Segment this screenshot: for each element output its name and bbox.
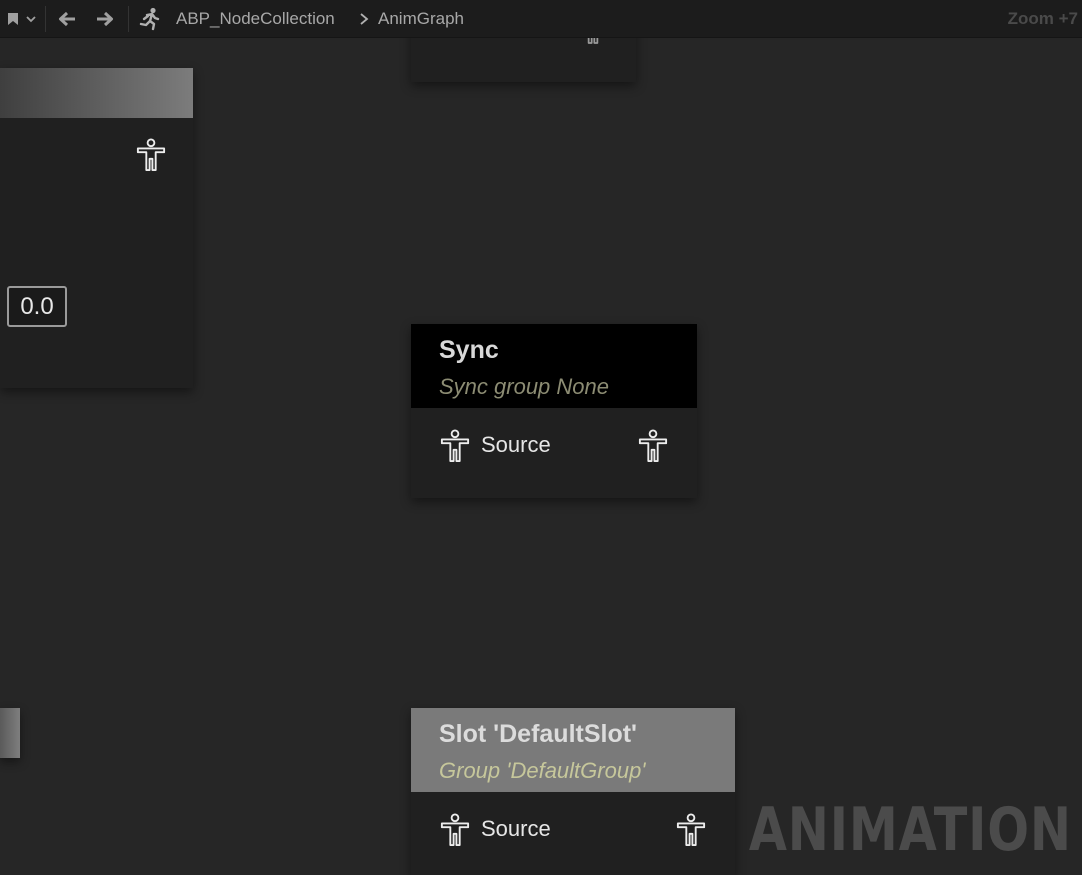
chevron-down-icon (26, 15, 36, 22)
anim-blueprint-icon-button[interactable] (136, 0, 164, 37)
pin-label-source: Source (481, 816, 551, 841)
pose-input-pin-icon[interactable] (440, 429, 470, 463)
partial-node-left[interactable]: 0.0 (0, 68, 193, 388)
node-subtitle: Sync group None (439, 374, 609, 399)
chevron-right-icon (360, 12, 369, 25)
pose-output-pin-icon[interactable] (638, 429, 668, 463)
toolbar-separator (128, 6, 129, 32)
bookmark-dropdown-button[interactable] (4, 0, 40, 37)
node-header (0, 68, 193, 118)
forward-button[interactable] (90, 0, 120, 37)
breadcrumb-separator (358, 0, 370, 37)
sync-node[interactable]: Sync Sync group None Source (411, 324, 697, 498)
slot-node[interactable]: Slot 'DefaultSlot' Group 'DefaultGroup' … (411, 708, 735, 875)
pin-label-source: Source (481, 432, 551, 457)
bookmark-icon (8, 12, 18, 25)
breadcrumb-root[interactable]: ABP_NodeCollection (176, 0, 335, 37)
float-value-field[interactable]: 0.0 (7, 286, 67, 327)
breadcrumb-current[interactable]: AnimGraph (378, 0, 464, 37)
sync-node-header: Sync Sync group None (411, 324, 697, 408)
pose-output-pin-icon[interactable] (676, 813, 706, 847)
node-title: Sync (439, 336, 499, 364)
running-man-icon (139, 7, 160, 30)
node-subtitle: Group 'DefaultGroup' (439, 758, 646, 783)
graph-toolbar: ABP_NodeCollection AnimGraph Zoom +7 (0, 0, 1082, 38)
toolbar-separator (45, 6, 46, 32)
slot-node-header: Slot 'DefaultSlot' Group 'DefaultGroup' (411, 708, 735, 792)
arrow-left-icon (59, 11, 75, 26)
back-button[interactable] (52, 0, 82, 37)
anim-graph-canvas[interactable]: 0.0 Sync Sync group None Source Slot 'De… (0, 0, 1082, 875)
arrow-right-icon (97, 11, 113, 26)
pose-input-pin-icon[interactable] (440, 813, 470, 847)
node-title: Slot 'DefaultSlot' (439, 720, 637, 748)
pose-pin-icon[interactable] (136, 138, 166, 172)
graph-type-watermark: ANIMATION (748, 795, 1072, 865)
zoom-level-label: Zoom +7 (1007, 9, 1078, 28)
partial-node-bottom-left[interactable] (0, 708, 20, 758)
